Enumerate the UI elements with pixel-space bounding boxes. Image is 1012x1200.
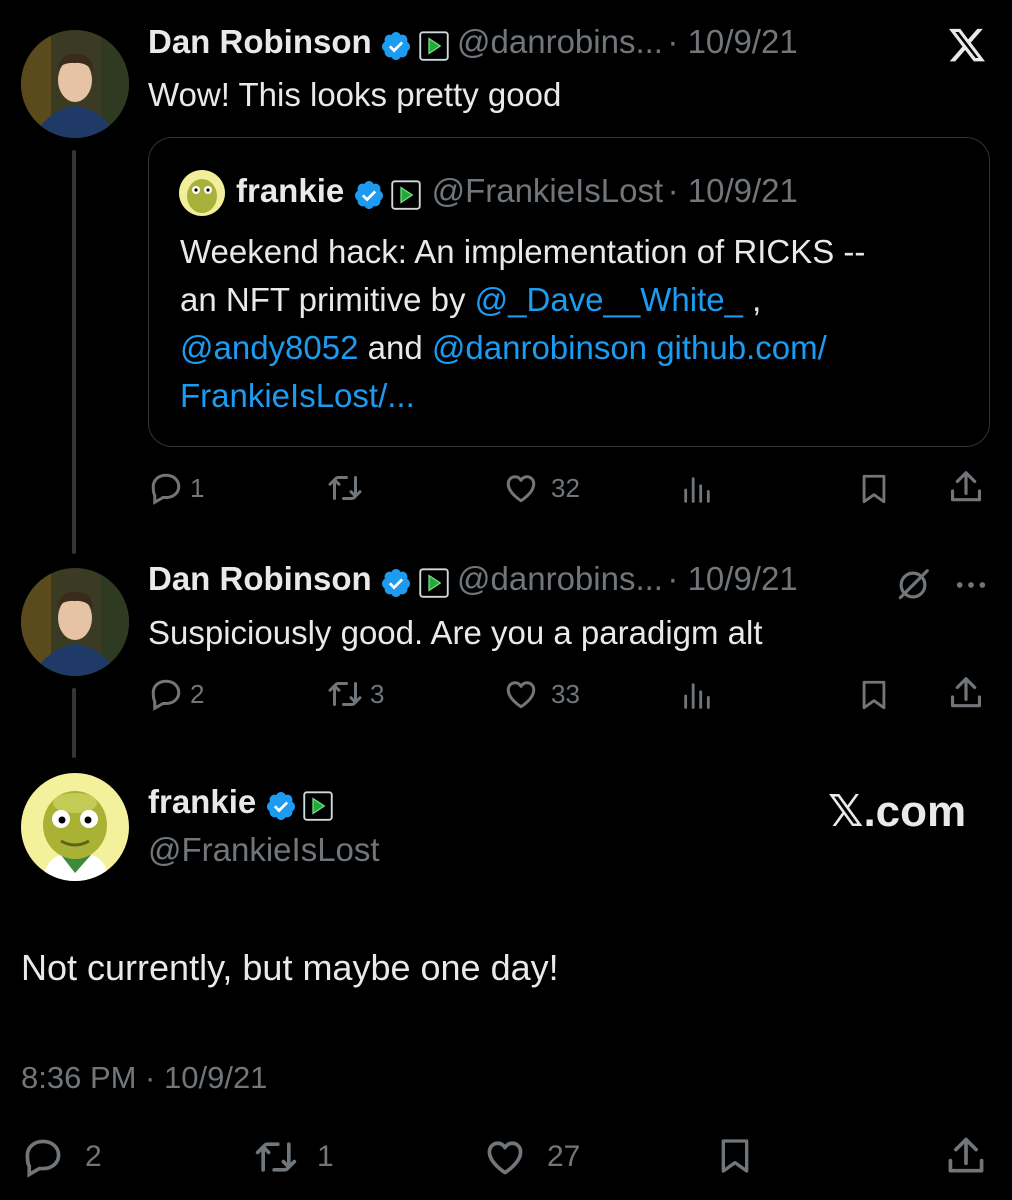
like-icon — [483, 1135, 527, 1179]
share-button[interactable] — [947, 468, 985, 506]
like-count: 27 — [547, 1140, 581, 1173]
tweet-date[interactable]: · 10/9/21 — [667, 23, 797, 60]
mention-link[interactable]: @andy8052 — [180, 329, 358, 366]
share-icon — [947, 468, 985, 506]
share-icon — [944, 1133, 988, 1179]
author-handle[interactable]: @danrobins... — [457, 560, 663, 597]
bookmark-button[interactable] — [857, 676, 891, 714]
like-icon — [503, 676, 539, 712]
thread-line — [72, 150, 76, 554]
share-icon — [947, 674, 985, 712]
retweet-button[interactable]: 1 — [253, 1135, 334, 1179]
quote-line: FrankieIsLost/... — [180, 372, 865, 420]
reply-count: 2 — [190, 678, 205, 709]
reply-icon — [148, 470, 184, 506]
quote-header: frankie @FrankieIsLost · 10/9/21 — [236, 172, 798, 217]
reply-button[interactable]: 1 — [148, 470, 204, 506]
affiliate-badge-icon[interactable] — [419, 568, 449, 598]
views-button[interactable] — [680, 472, 714, 508]
tweet-text: Wow! This looks pretty good — [148, 76, 562, 113]
tweet-header: Dan Robinson @danrobins... · 10/9/21 — [148, 560, 798, 605]
avatar — [179, 170, 225, 216]
reply-button[interactable]: 2 — [148, 676, 204, 712]
avatar[interactable] — [21, 30, 129, 138]
reply-button[interactable]: 2 — [21, 1135, 102, 1179]
mention-link[interactable]: @danrobinson github.com/ — [432, 329, 827, 366]
share-button[interactable] — [947, 674, 985, 712]
tweet-text: Not currently, but maybe one day! — [21, 947, 559, 988]
mention-link[interactable]: @_Dave__White_ — [475, 281, 743, 318]
quote-author-name: frankie — [236, 172, 345, 209]
views-button[interactable] — [680, 678, 714, 714]
verified-icon — [380, 567, 412, 599]
author-name[interactable]: Dan Robinson — [148, 23, 372, 60]
tweet-header: Dan Robinson @danrobins... · 10/9/21 — [148, 23, 798, 68]
retweet-count: 3 — [370, 678, 385, 709]
like-icon — [503, 470, 539, 506]
quote-text-segment: , — [742, 281, 762, 318]
grok-icon[interactable] — [894, 566, 932, 604]
verified-icon — [353, 179, 385, 211]
affiliate-badge-icon[interactable] — [419, 31, 449, 61]
more-icon[interactable] — [954, 572, 988, 598]
verified-icon — [380, 30, 412, 62]
like-button[interactable]: 27 — [483, 1135, 580, 1179]
tweet-timestamp[interactable]: 8:36 PM · 10/9/21 — [21, 1060, 267, 1096]
quote-text-segment: an NFT primitive by — [180, 281, 475, 318]
tweet-date[interactable]: · 10/9/21 — [667, 560, 797, 597]
x-logo-icon[interactable] — [946, 25, 988, 65]
verified-icon — [265, 790, 297, 822]
bookmark-button[interactable] — [857, 470, 891, 508]
share-button[interactable] — [944, 1133, 988, 1179]
like-button[interactable]: 33 — [503, 676, 580, 712]
like-count: 32 — [551, 472, 580, 503]
reply-count: 2 — [85, 1140, 102, 1173]
x-com-brand[interactable]: 𝕏.com — [828, 786, 966, 837]
affiliate-badge-icon[interactable] — [303, 791, 333, 821]
avatar[interactable] — [21, 773, 129, 881]
quote-line: @andy8052 and @danrobinson github.com/ — [180, 324, 865, 372]
views-icon — [680, 472, 714, 508]
bookmark-button[interactable] — [715, 1133, 755, 1179]
reply-count: 1 — [190, 472, 205, 503]
reply-icon — [148, 676, 184, 712]
avatar[interactable] — [21, 568, 129, 676]
retweet-icon — [326, 470, 364, 506]
author-name[interactable]: Dan Robinson — [148, 560, 372, 597]
bookmark-icon — [857, 676, 891, 714]
retweet-count: 1 — [317, 1140, 334, 1173]
tweet-text: Suspiciously good. Are you a paradigm al… — [148, 614, 763, 651]
retweet-button[interactable]: 3 — [326, 676, 384, 712]
like-count: 33 — [551, 678, 580, 709]
author-name[interactable]: frankie — [148, 783, 256, 820]
author-handle[interactable]: @FrankieIsLost — [148, 831, 380, 869]
author-handle[interactable]: @danrobins... — [457, 23, 663, 60]
retweet-button[interactable] — [326, 470, 364, 506]
affiliate-badge-icon — [391, 180, 421, 210]
quote-line: an NFT primitive by @_Dave__White_ , — [180, 276, 865, 324]
quote-author-handle: @FrankieIsLost — [431, 172, 664, 209]
views-icon — [680, 678, 714, 714]
like-button[interactable]: 32 — [503, 470, 580, 506]
quote-text: Weekend hack: An implementation of RICKS… — [180, 228, 865, 420]
quote-date: · 10/9/21 — [667, 172, 798, 209]
reply-icon — [21, 1135, 65, 1179]
tweet-header: frankie — [148, 783, 333, 828]
thread-line — [72, 688, 76, 758]
quote-text-segment: and — [358, 329, 432, 366]
bookmark-icon — [715, 1133, 755, 1179]
retweet-icon — [326, 676, 364, 712]
retweet-icon — [253, 1135, 299, 1179]
bookmark-icon — [857, 470, 891, 508]
quoted-tweet[interactable]: frankie @FrankieIsLost · 10/9/21 Weekend… — [148, 137, 990, 447]
url-link[interactable]: FrankieIsLost/... — [180, 377, 415, 414]
quote-line: Weekend hack: An implementation of RICKS… — [180, 233, 866, 270]
